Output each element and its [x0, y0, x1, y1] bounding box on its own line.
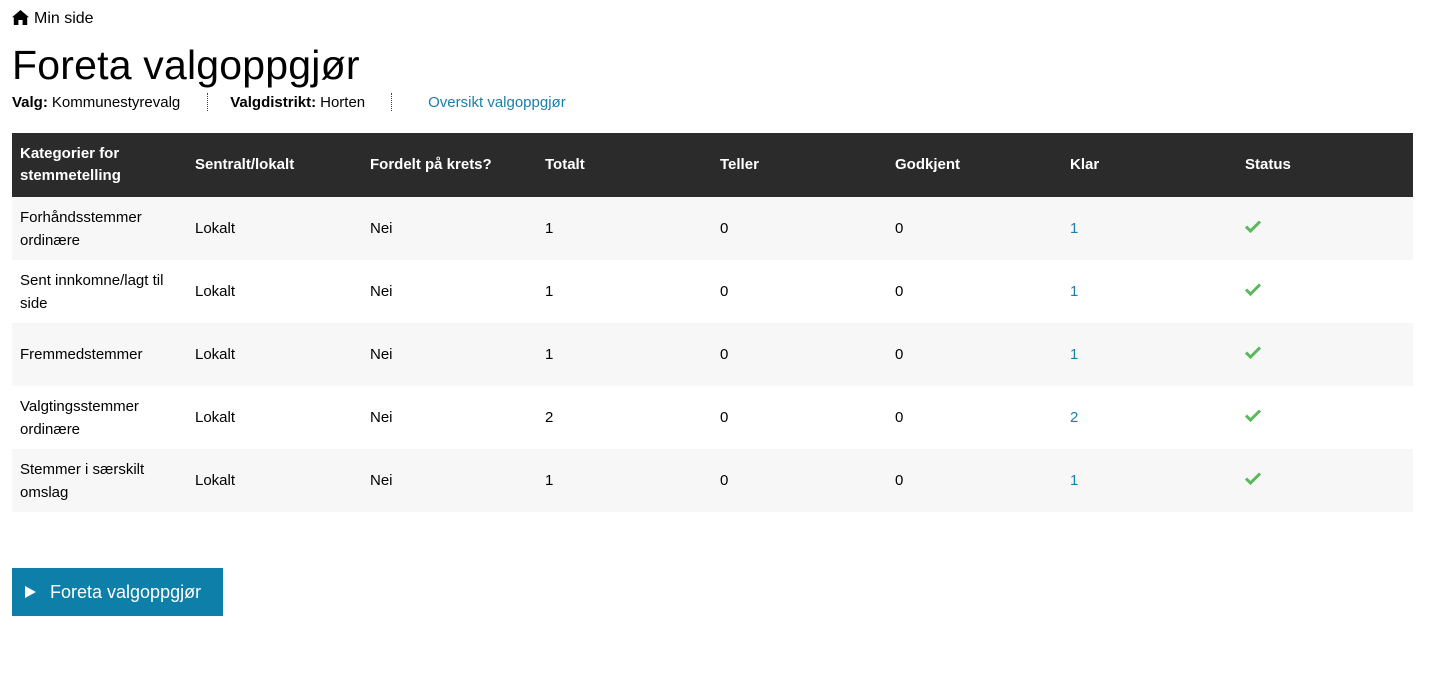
counting-cell: 0 — [720, 409, 729, 426]
status-cell — [1237, 323, 1413, 386]
perform-settlement-button[interactable]: Foreta valgoppgjør — [12, 568, 223, 616]
approved-cell: 0 — [895, 472, 904, 489]
approved-cell: 0 — [895, 346, 904, 363]
category-cell: Forhåndsstemmer ordinære — [20, 208, 142, 249]
check-icon — [1245, 283, 1261, 296]
counting-cell: 0 — [720, 220, 729, 237]
table-row: Sent innkomne/lagt til side Lokalt Nei 1… — [12, 260, 1413, 323]
district-value: Horten — [320, 93, 366, 111]
ready-link[interactable]: 2 — [1062, 386, 1237, 449]
check-icon — [1245, 346, 1261, 359]
by-district-cell: Nei — [370, 346, 393, 363]
column-header-ready: Klar — [1070, 156, 1100, 173]
table-header-row: Kategorier for stemmetelling Sentralt/lo… — [12, 133, 1413, 197]
table-row: Forhåndsstemmer ordinære Lokalt Nei 1 0 … — [12, 197, 1413, 260]
by-district-cell: Nei — [370, 220, 393, 237]
location-cell: Lokalt — [195, 283, 236, 300]
district-label: Valgdistrikt: — [230, 93, 317, 111]
meta-divider — [391, 93, 393, 111]
location-cell: Lokalt — [195, 346, 236, 363]
location-cell: Lokalt — [195, 220, 236, 237]
check-icon — [1245, 220, 1261, 233]
status-cell — [1237, 449, 1413, 512]
election-label: Valg: — [12, 93, 48, 111]
check-icon — [1245, 409, 1261, 422]
approved-cell: 0 — [895, 220, 904, 237]
column-header-location: Sentralt/lokalt — [195, 156, 295, 173]
table-row: Stemmer i særskilt omslag Lokalt Nei 1 0… — [12, 449, 1413, 512]
ready-link[interactable]: 1 — [1062, 449, 1237, 512]
status-cell — [1237, 197, 1413, 260]
category-cell: Fremmedstemmer — [20, 346, 143, 363]
status-cell — [1237, 260, 1413, 323]
play-icon — [25, 586, 36, 598]
column-header-approved: Godkjent — [895, 156, 961, 173]
counting-cell: 0 — [720, 283, 729, 300]
category-cell: Valgtingsstemmer ordinære — [20, 397, 139, 438]
by-district-cell: Nei — [370, 409, 393, 426]
total-cell: 1 — [545, 346, 554, 363]
home-icon — [12, 10, 29, 25]
column-header-status: Status — [1245, 156, 1291, 173]
by-district-cell: Nei — [370, 472, 393, 489]
breadcrumb-home-link[interactable]: Min side — [34, 10, 94, 28]
election-info: Valg: Kommunestyrevalg — [12, 94, 180, 111]
district-info: Valgdistrikt: Horten — [230, 94, 365, 111]
approved-cell: 0 — [895, 409, 904, 426]
election-value: Kommunestyrevalg — [51, 93, 181, 111]
perform-settlement-label: Foreta valgoppgjør — [50, 581, 202, 602]
counting-cell: 0 — [720, 346, 729, 363]
breadcrumb[interactable]: Min side — [12, 9, 94, 29]
settlement-table: Kategorier for stemmetelling Sentralt/lo… — [12, 133, 1413, 512]
page-title: Foreta valgoppgjør — [12, 42, 360, 88]
column-header-counting: Teller — [720, 156, 759, 173]
by-district-cell: Nei — [370, 283, 393, 300]
status-cell — [1237, 386, 1413, 449]
election-meta: Valg: Kommunestyrevalg Valgdistrikt: Hor… — [12, 91, 566, 113]
total-cell: 2 — [545, 409, 554, 426]
location-cell: Lokalt — [195, 472, 236, 489]
meta-divider — [207, 93, 209, 111]
table-row: Fremmedstemmer Lokalt Nei 1 0 0 1 — [12, 323, 1413, 386]
location-cell: Lokalt — [195, 409, 236, 426]
column-header-by-district: Fordelt på krets? — [370, 156, 492, 173]
column-header-total: Totalt — [545, 156, 585, 173]
category-cell: Stemmer i særskilt omslag — [20, 460, 145, 501]
counting-cell: 0 — [720, 472, 729, 489]
ready-link[interactable]: 1 — [1062, 197, 1237, 260]
table-row: Valgtingsstemmer ordinære Lokalt Nei 2 0… — [12, 386, 1413, 449]
total-cell: 1 — [545, 472, 554, 489]
category-cell: Sent innkomne/lagt til side — [20, 271, 164, 312]
column-header-category: Kategorier for stemmetelling — [20, 145, 121, 184]
approved-cell: 0 — [895, 283, 904, 300]
check-icon — [1245, 472, 1261, 485]
total-cell: 1 — [545, 283, 554, 300]
ready-link[interactable]: 1 — [1062, 260, 1237, 323]
ready-link[interactable]: 1 — [1062, 323, 1237, 386]
overview-link[interactable]: Oversikt valgoppgjør — [428, 94, 566, 111]
total-cell: 1 — [545, 220, 554, 237]
